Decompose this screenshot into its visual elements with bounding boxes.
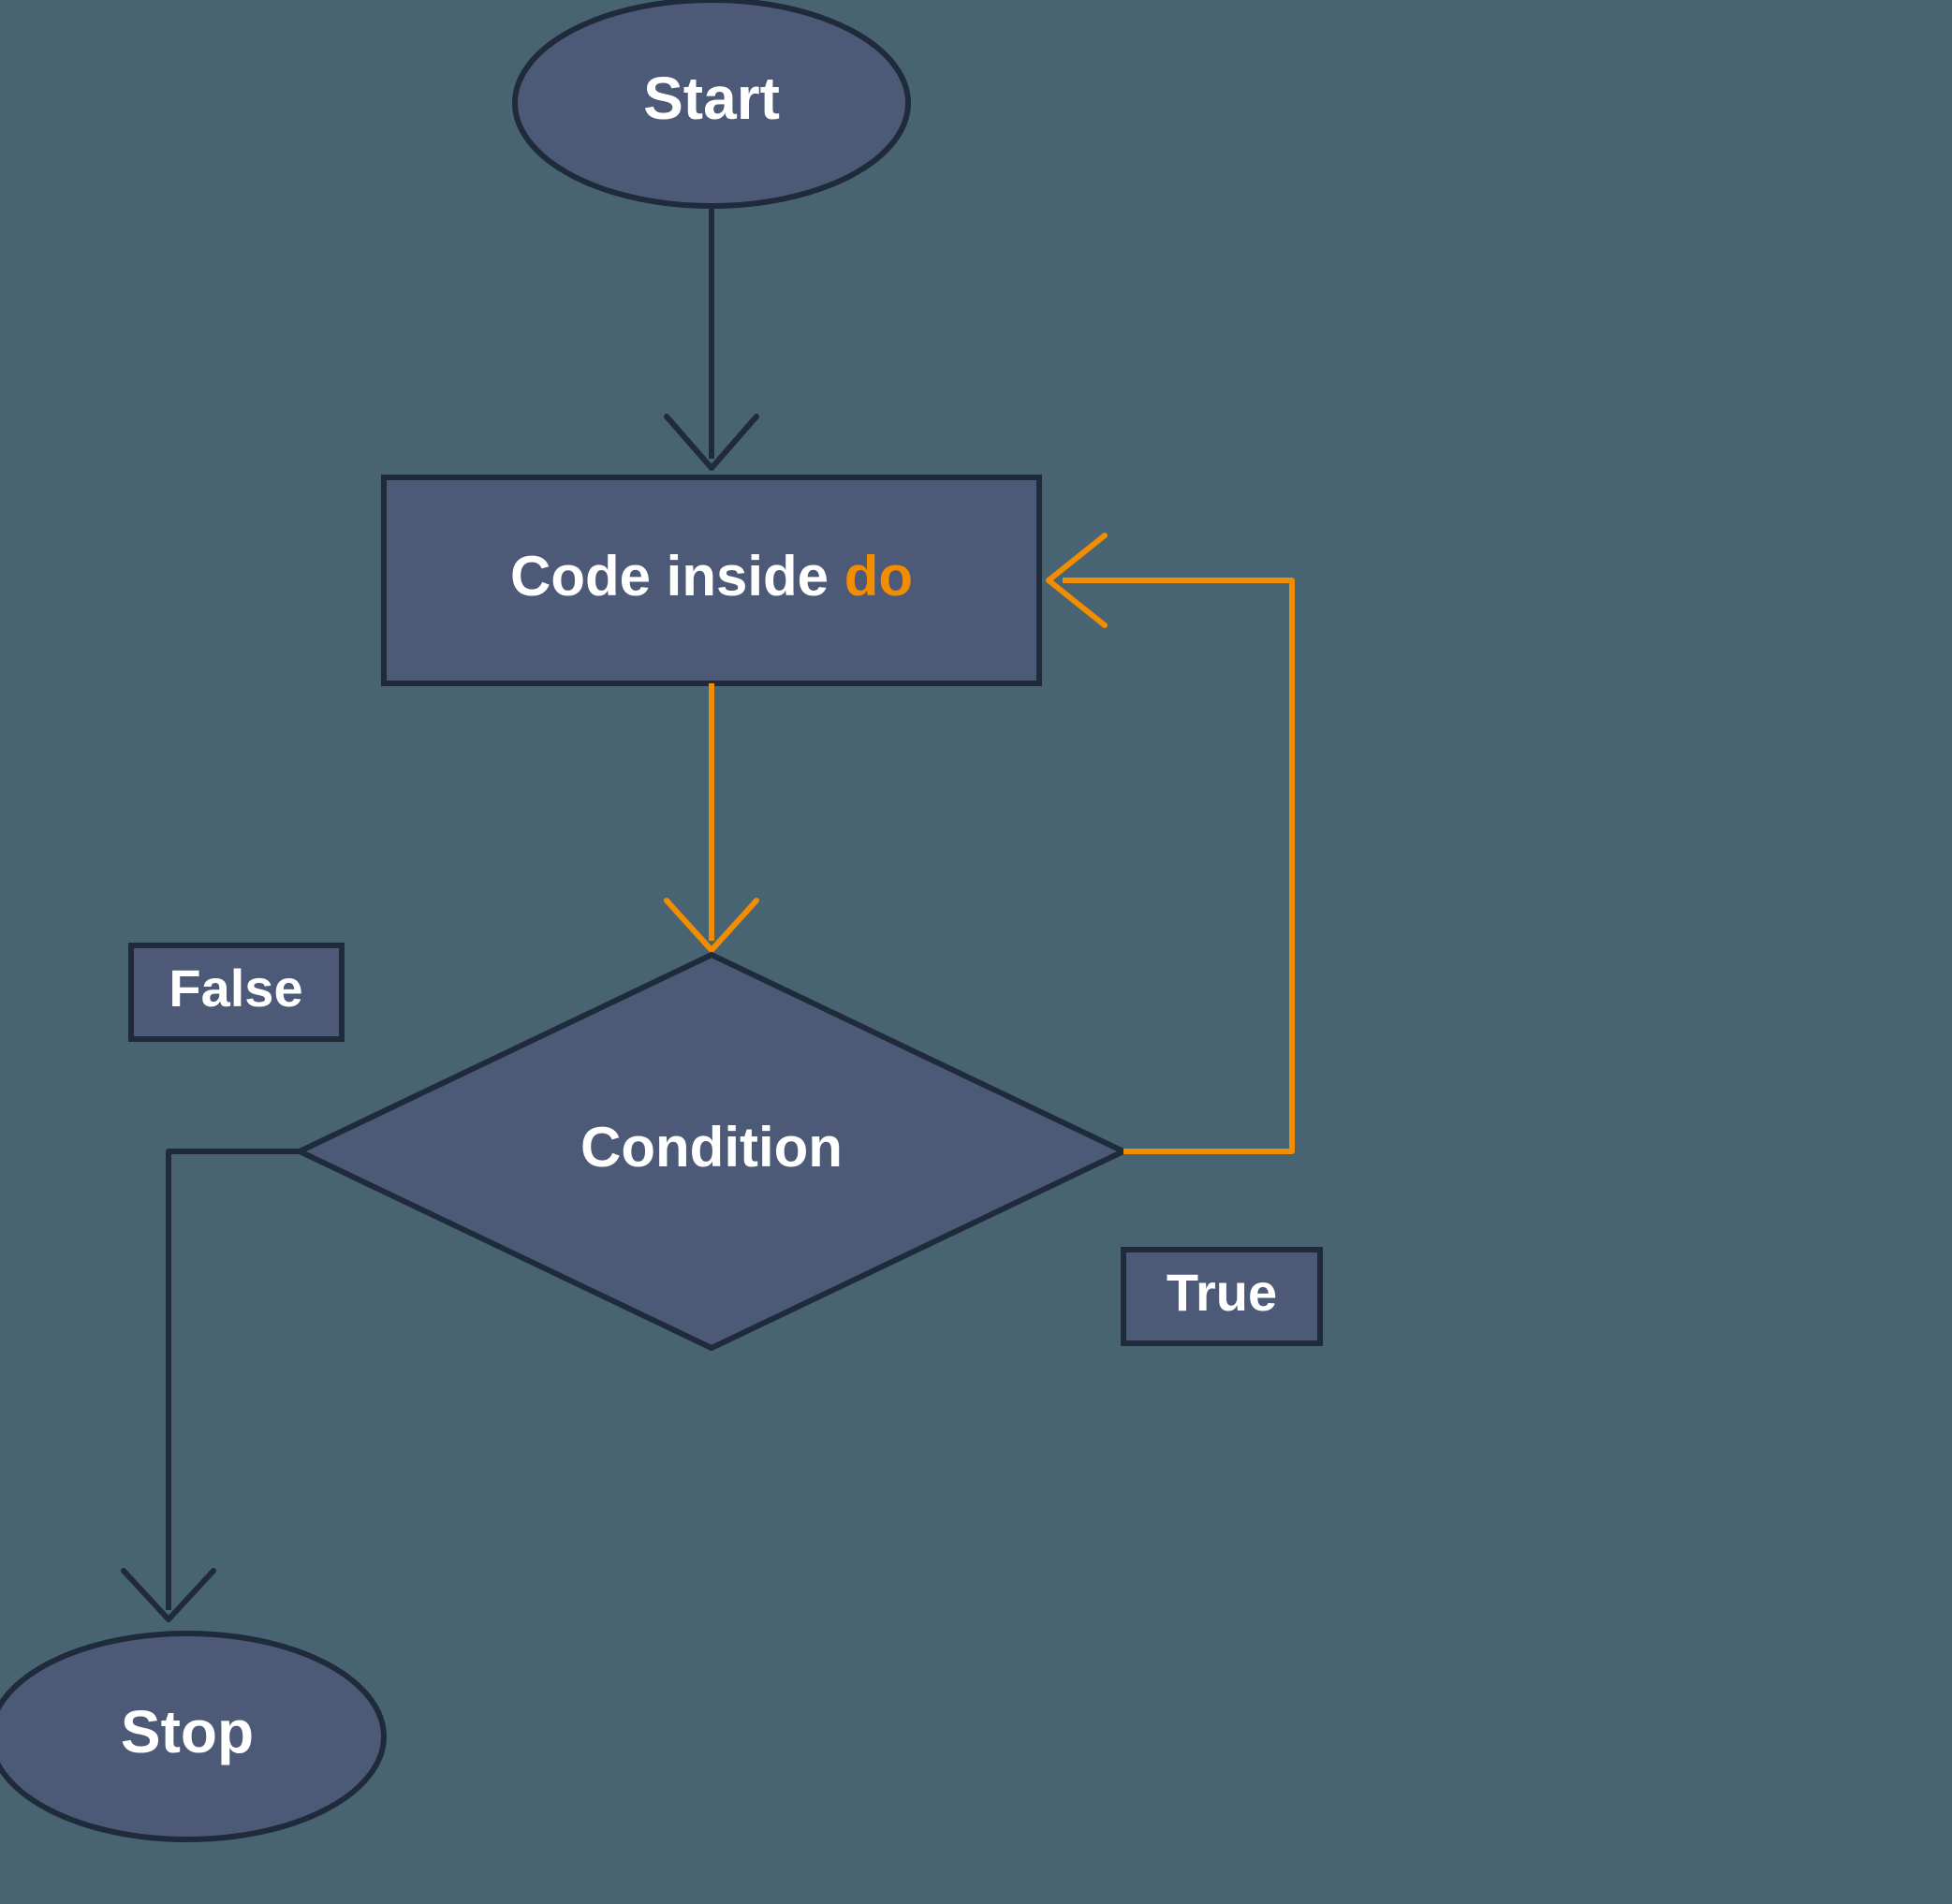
stop-node: Stop xyxy=(0,1633,384,1839)
process-label-prefix: Code inside xyxy=(510,545,844,608)
arrow-false-to-stop xyxy=(124,1151,300,1619)
true-label: True xyxy=(1167,1263,1277,1322)
arrow-true-loop xyxy=(1049,535,1292,1151)
process-label: Code inside do xyxy=(510,545,913,608)
start-label: Start xyxy=(643,65,780,132)
false-label-box: False xyxy=(131,945,342,1039)
condition-label: Condition xyxy=(580,1116,843,1179)
start-node: Start xyxy=(515,0,908,206)
process-node: Code inside do xyxy=(384,477,1039,683)
process-label-keyword: do xyxy=(844,545,913,608)
true-label-box: True xyxy=(1123,1250,1320,1343)
flowchart-diagram: Start Code inside do Condition True xyxy=(0,0,1952,1904)
condition-node: Condition xyxy=(300,955,1123,1348)
false-label: False xyxy=(169,959,302,1018)
stop-label: Stop xyxy=(121,1698,254,1765)
arrow-start-to-process xyxy=(667,206,756,468)
arrow-process-to-condition xyxy=(667,683,756,950)
